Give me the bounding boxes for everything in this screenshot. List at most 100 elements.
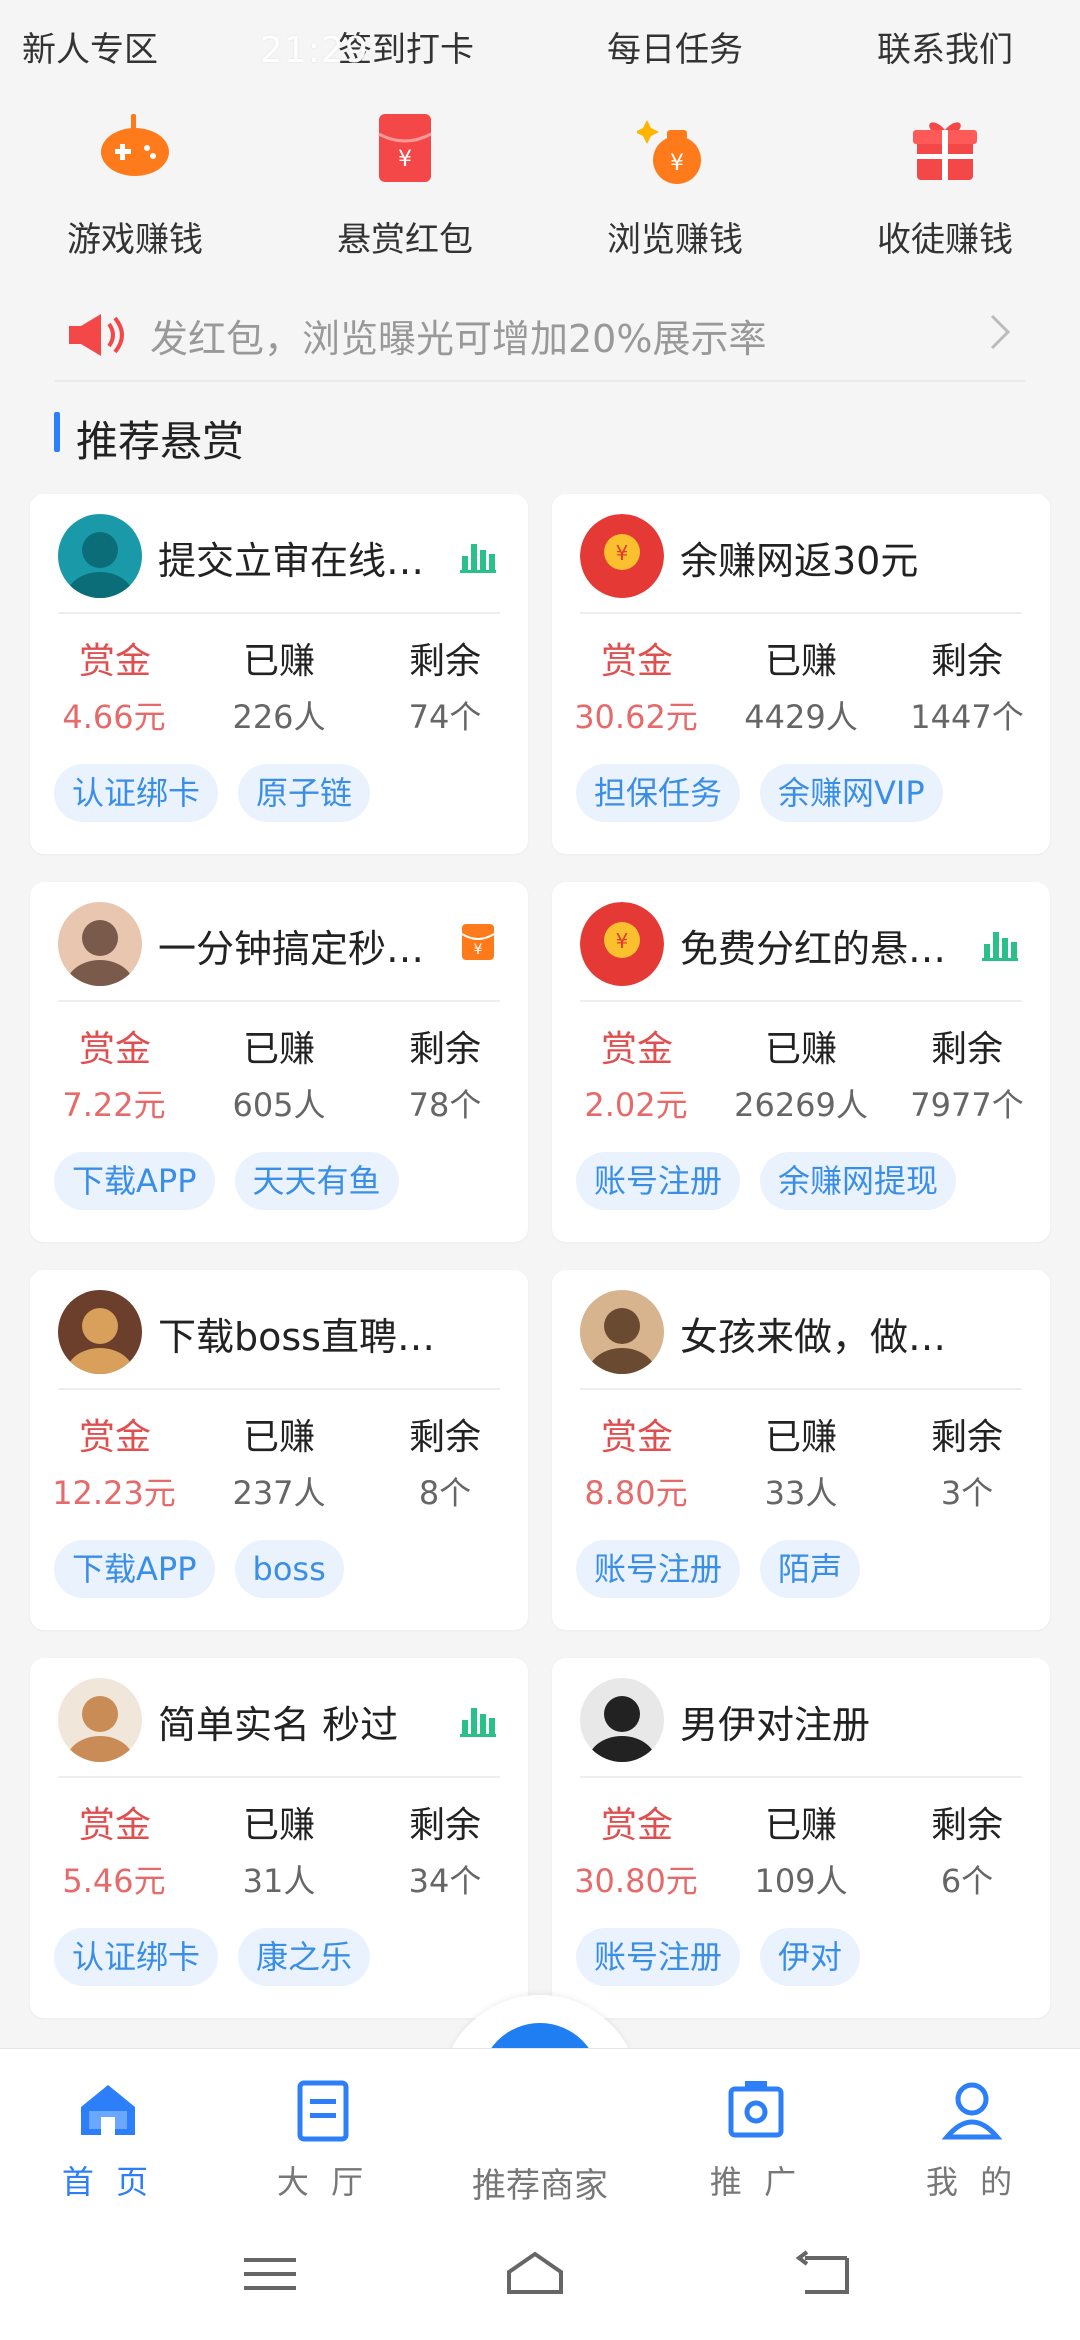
divider bbox=[580, 1388, 1022, 1390]
grid-apprentice-earn[interactable]: 收徒赚钱 bbox=[810, 100, 1080, 270]
card-tag[interactable]: 天天有鱼 bbox=[234, 1152, 399, 1210]
card-tag[interactable]: 陌声 bbox=[760, 1540, 861, 1598]
top-nav: 新人专区 签到打卡 每日任务 联系我们 21:29 bbox=[0, 0, 1080, 90]
earned-value: 226人 bbox=[232, 698, 326, 736]
top-nav-newbie[interactable]: 新人专区 bbox=[0, 22, 200, 71]
divider bbox=[58, 612, 500, 614]
reward-card[interactable]: 提交立审在线… 赏金 已赚 剩余 4.66元 226人 74个 认证绑卡 原子链 bbox=[30, 494, 528, 854]
svg-text:¥: ¥ bbox=[670, 151, 684, 176]
avatar bbox=[58, 514, 142, 598]
notice-text: 发红包，浏览曝光可增加20%展示率 bbox=[150, 317, 767, 361]
card-tag[interactable]: 下载APP bbox=[54, 1540, 215, 1598]
back-icon[interactable] bbox=[795, 2248, 855, 2298]
svg-text:¥: ¥ bbox=[398, 147, 412, 172]
earned-label: 已赚 bbox=[242, 641, 315, 682]
reward-label: 赏金 bbox=[78, 1029, 151, 1070]
card-tag[interactable]: 账号注册 bbox=[576, 1540, 741, 1598]
megaphone-icon bbox=[69, 314, 124, 356]
card-tag[interactable]: 认证绑卡 bbox=[54, 764, 219, 822]
remaining-label: 剩余 bbox=[930, 1417, 1003, 1458]
tab-mine[interactable]: 我 的 bbox=[872, 2067, 1072, 2201]
notice-bar[interactable]: 发红包，浏览曝光可增加20%展示率 bbox=[55, 290, 1025, 382]
card-tag[interactable]: 账号注册 bbox=[576, 1152, 741, 1210]
card-tag[interactable]: boss bbox=[234, 1540, 344, 1598]
grid-game-earn[interactable]: 游戏赚钱 bbox=[0, 100, 270, 270]
tab-promote[interactable]: 推 广 bbox=[656, 2067, 856, 2201]
grid-label: 游戏赚钱 bbox=[67, 220, 203, 260]
card-tag[interactable]: 账号注册 bbox=[576, 1928, 741, 1986]
system-nav-bar bbox=[0, 2208, 1080, 2340]
remaining-label: 剩余 bbox=[930, 1805, 1003, 1846]
red-envelope-badge-icon: ¥ bbox=[461, 924, 495, 960]
reward-card[interactable]: ¥ 余赚网返30元 赏金 已赚 剩余 30.62元 4429人 1447个 担保… bbox=[552, 494, 1050, 854]
remaining-value: 74个 bbox=[408, 698, 482, 736]
divider bbox=[58, 1388, 500, 1390]
reward-value: 2.02元 bbox=[584, 1086, 688, 1124]
home-nav-icon[interactable] bbox=[505, 2248, 565, 2298]
reward-value: 8.80元 bbox=[584, 1474, 688, 1512]
tab-home[interactable]: 首 页 bbox=[8, 2067, 208, 2201]
card-title: 免费分红的悬… bbox=[680, 927, 947, 971]
tab-label: 大 厅 bbox=[276, 2163, 370, 2201]
bar-chart-icon bbox=[460, 1708, 496, 1737]
remaining-label: 剩余 bbox=[930, 641, 1003, 682]
card-tag[interactable]: 余赚网VIP bbox=[760, 764, 943, 822]
tab-label: 推 广 bbox=[709, 2163, 803, 2201]
home-icon bbox=[81, 2085, 135, 2135]
card-tag[interactable]: 认证绑卡 bbox=[54, 1928, 219, 1986]
avatar bbox=[58, 902, 142, 986]
reward-label: 赏金 bbox=[600, 1417, 673, 1458]
reward-value: 4.66元 bbox=[62, 698, 166, 736]
reward-value: 30.80元 bbox=[574, 1862, 698, 1900]
card-tag[interactable]: 余赚网提现 bbox=[760, 1152, 957, 1210]
grid-label: 浏览赚钱 bbox=[607, 220, 743, 260]
top-nav-daily-task[interactable]: 每日任务 bbox=[565, 22, 785, 71]
gamepad-icon bbox=[101, 114, 169, 176]
reward-label: 赏金 bbox=[78, 1805, 151, 1846]
avatar: ¥ bbox=[580, 514, 664, 598]
card-tag[interactable]: 伊对 bbox=[760, 1928, 861, 1986]
reward-label: 赏金 bbox=[78, 641, 151, 682]
earned-value: 31人 bbox=[242, 1862, 316, 1900]
card-tag[interactable]: 康之乐 bbox=[238, 1928, 371, 1986]
svg-text:¥: ¥ bbox=[474, 942, 483, 958]
card-tag[interactable]: 担保任务 bbox=[576, 764, 741, 822]
divider bbox=[580, 1776, 1022, 1778]
avatar bbox=[58, 1290, 142, 1374]
top-nav-contact[interactable]: 联系我们 bbox=[835, 22, 1055, 71]
reward-card[interactable]: ¥ 免费分红的悬… 赏金 已赚 剩余 2.02元 26269人 7977个 账号… bbox=[552, 882, 1050, 1242]
feature-grid: 游戏赚钱 ¥ 悬赏红包 ¥ 浏览赚钱 收徒赚钱 bbox=[0, 100, 1080, 270]
status-time: 21:29 bbox=[260, 30, 369, 71]
reward-card[interactable]: 一分钟搞定秒… ¥ 赏金 已赚 剩余 7.22元 605人 78个 下载APP … bbox=[30, 882, 528, 1242]
earned-value: 605人 bbox=[232, 1086, 326, 1124]
card-tag[interactable]: 原子链 bbox=[238, 764, 371, 822]
reward-label: 赏金 bbox=[600, 1805, 673, 1846]
remaining-label: 剩余 bbox=[408, 1417, 481, 1458]
menu-icon[interactable] bbox=[240, 2248, 300, 2298]
reward-label: 赏金 bbox=[600, 1029, 673, 1070]
remaining-value: 34个 bbox=[408, 1862, 482, 1900]
reward-card[interactable]: 女孩来做，做过… 赏金 已赚 剩余 8.80元 33人 3个 账号注册 陌声 bbox=[552, 1270, 1050, 1630]
section-accent-bar bbox=[54, 412, 60, 452]
remaining-value: 6个 bbox=[940, 1862, 994, 1900]
earned-value: 237人 bbox=[232, 1474, 326, 1512]
earned-label: 已赚 bbox=[764, 641, 837, 682]
earned-value: 109人 bbox=[754, 1862, 848, 1900]
reward-card[interactable]: 男伊对注册 赏金 已赚 剩余 30.80元 109人 6个 账号注册 伊对 bbox=[552, 1658, 1050, 2018]
grid-red-envelope[interactable]: ¥ 悬赏红包 bbox=[270, 100, 540, 270]
avatar: ¥ bbox=[580, 902, 664, 986]
divider bbox=[580, 612, 1022, 614]
grid-browse-earn[interactable]: ¥ 浏览赚钱 bbox=[540, 100, 810, 270]
remaining-label: 剩余 bbox=[408, 1805, 481, 1846]
reward-value: 5.46元 bbox=[62, 1862, 166, 1900]
tab-hall[interactable]: 大 厅 bbox=[223, 2067, 423, 2201]
earned-label: 已赚 bbox=[764, 1029, 837, 1070]
card-tag[interactable]: 下载APP bbox=[54, 1152, 215, 1210]
reward-value: 12.23元 bbox=[52, 1474, 176, 1512]
bar-chart-icon bbox=[460, 544, 496, 573]
gift-icon bbox=[913, 122, 977, 180]
tab-recommended-merchant-label[interactable]: 推荐商家 bbox=[440, 2158, 640, 2207]
reward-card[interactable]: 简单实名 秒过 赏金 已赚 剩余 5.46元 31人 34个 认证绑卡 康之乐 bbox=[30, 1658, 528, 2018]
avatar bbox=[58, 1678, 142, 1762]
reward-card[interactable]: 下载boss直聘，… 赏金 已赚 剩余 12.23元 237人 8个 下载APP… bbox=[30, 1270, 528, 1630]
